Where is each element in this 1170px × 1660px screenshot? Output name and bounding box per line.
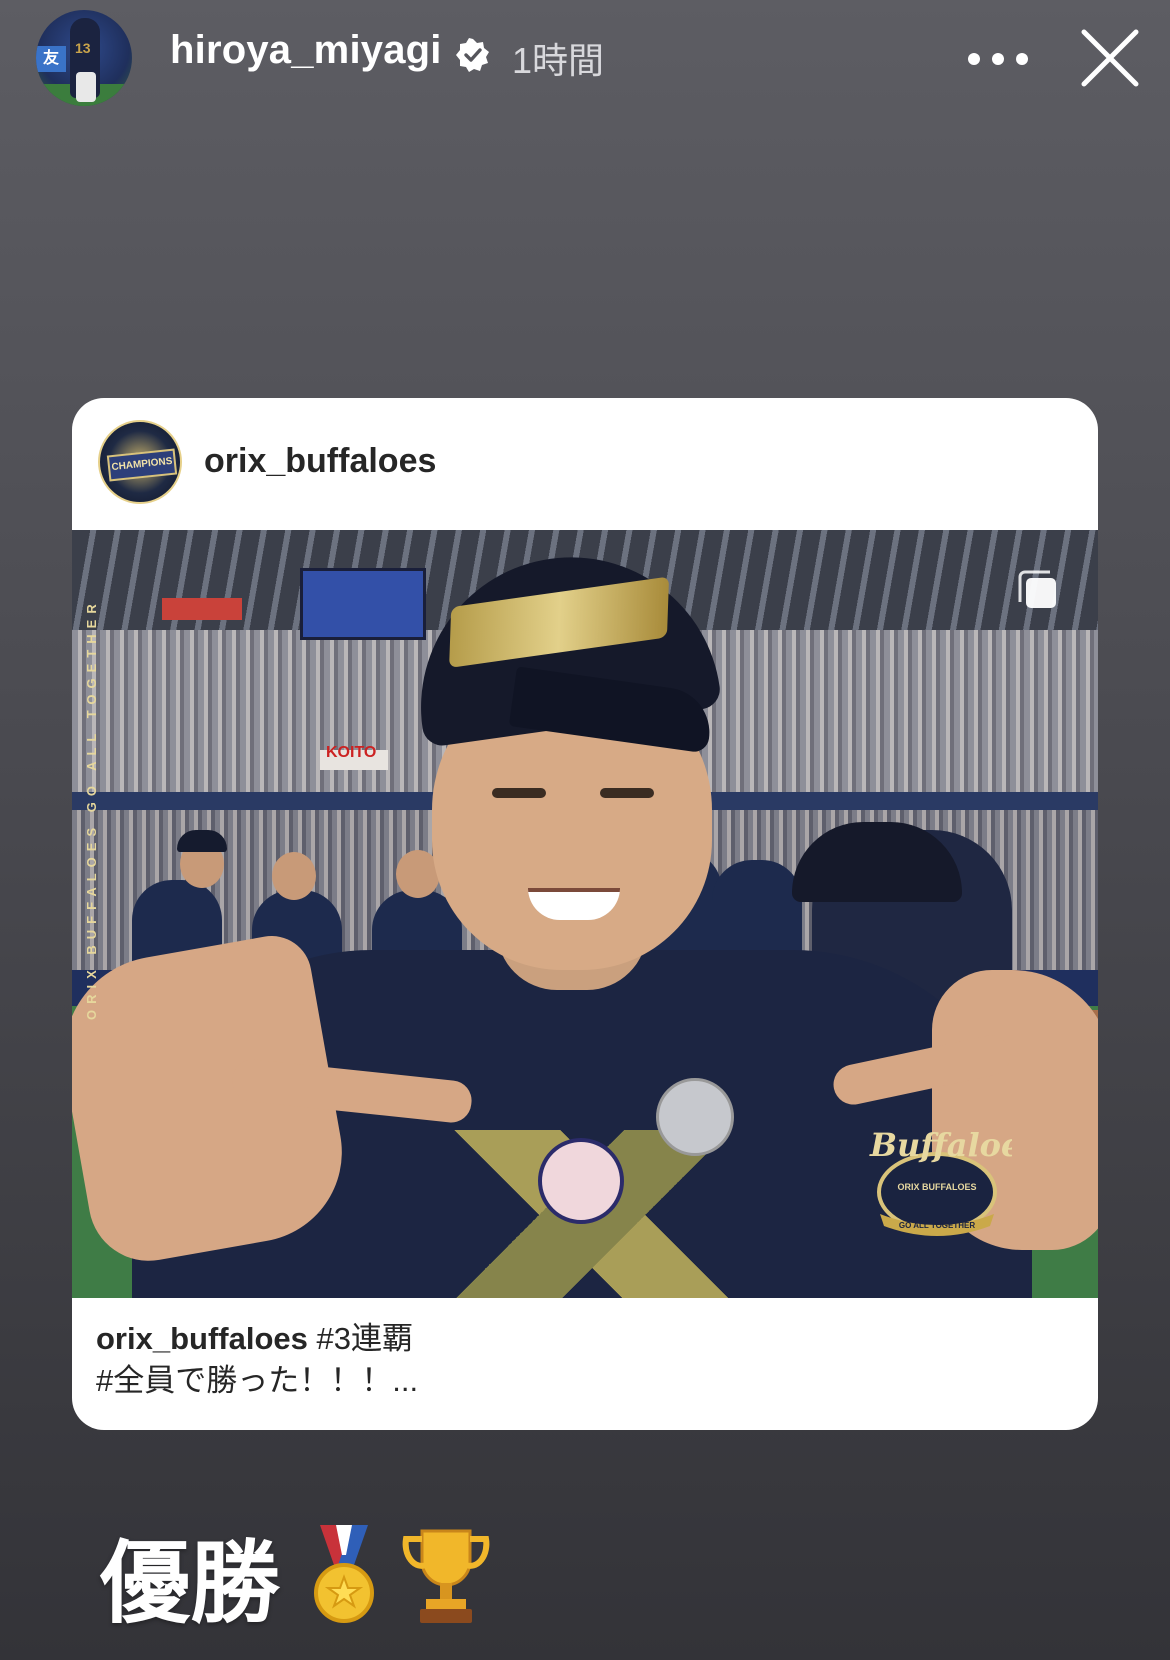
- player-pin-badge: [538, 1138, 624, 1224]
- trophy-icon: [402, 1529, 490, 1623]
- avatar-player-legs: [76, 72, 96, 102]
- story-time: 1時間: [512, 40, 605, 81]
- svg-text:GO ALL TOGETHER: GO ALL TOGETHER: [899, 1221, 976, 1230]
- player-pin-badge-photo: [656, 1078, 734, 1156]
- vertical-watermark: ORIX BUFFALOES GO ALL TOGETHER: [84, 598, 99, 1020]
- more-options-icon[interactable]: [968, 52, 1044, 66]
- close-icon[interactable]: [1078, 26, 1142, 90]
- buffaloes-logo: Buffaloes ORIX BUFFALOES GO ALL TOGETHER: [869, 1126, 1012, 1236]
- story-text-main: 優勝: [100, 1531, 280, 1636]
- caption-hashtag-line1: #3連覇: [307, 1321, 414, 1356]
- avatar-banner: 友: [36, 46, 66, 72]
- svg-text:ORIX BUFFALOES: ORIX BUFFALOES: [897, 1182, 976, 1192]
- shared-post-caption: orix_buffaloes #3連覇 #全員で勝った！！！...: [96, 1318, 1076, 1402]
- champions-badge: CHAMPIONS: [106, 448, 178, 482]
- shared-post-photo[interactable]: KOITO ORIX BUFFALOES GO ALL TOGETHER Buf…: [72, 530, 1098, 1298]
- stadium-screen: [300, 568, 426, 640]
- story-header: 友 13 hiroya_miyagi 1時間: [0, 0, 1170, 120]
- medal-icon: [314, 1525, 374, 1623]
- caption-username[interactable]: orix_buffaloes: [96, 1321, 308, 1356]
- background-player-head: [272, 852, 316, 900]
- story-avatar[interactable]: 友 13: [36, 10, 132, 106]
- stadium-ad: [162, 598, 242, 620]
- stadium-ad-koito: KOITO: [326, 744, 377, 761]
- multiple-photos-icon: [1018, 570, 1056, 608]
- svg-text:Buffaloes: Buffaloes: [869, 1126, 1012, 1164]
- background-player-cap: [177, 830, 227, 852]
- story-overlay-text: 優勝: [100, 1510, 492, 1640]
- shared-post-avatar[interactable]: CHAMPIONS: [98, 420, 182, 504]
- shared-post-card[interactable]: CHAMPIONS orix_buffaloes KOITO ORIX BUFF…: [72, 398, 1098, 1430]
- shared-post-username[interactable]: orix_buffaloes: [204, 442, 436, 481]
- shared-post-header: CHAMPIONS orix_buffaloes: [72, 398, 1098, 530]
- caption-hashtag-line2: #全員で勝った！！！...: [96, 1363, 419, 1398]
- verified-badge-icon: [456, 38, 489, 72]
- story-username[interactable]: hiroya_miyagi: [170, 28, 442, 73]
